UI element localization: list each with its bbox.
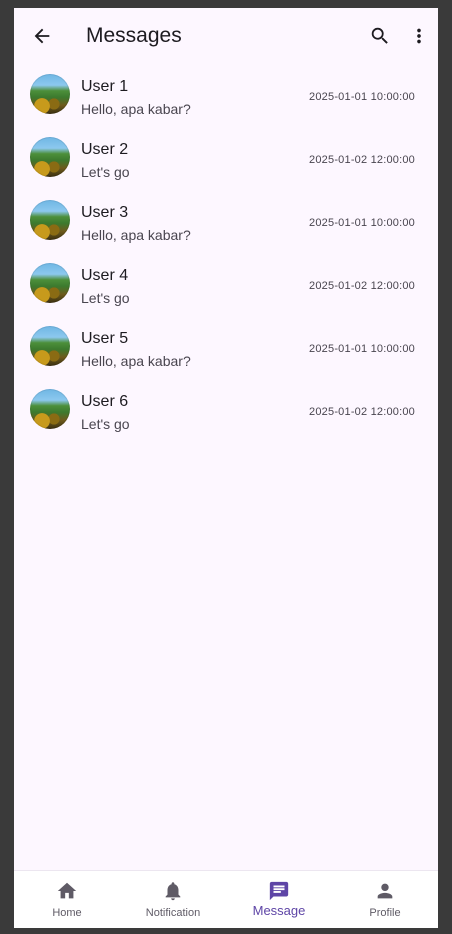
nav-label: Message (252, 903, 306, 918)
nav-item-home[interactable]: Home (14, 871, 120, 928)
avatar (30, 200, 70, 240)
message-preview: Hello, apa kabar? (81, 353, 191, 369)
avatar (30, 389, 70, 429)
message-timestamp: 2025-01-02 12:00:00 (309, 406, 415, 418)
nav-label: Home (52, 907, 82, 919)
home-icon (57, 882, 77, 899)
bell-icon (165, 882, 181, 901)
nav-label: Notification (145, 907, 201, 919)
sender-name: User 2 (81, 141, 129, 158)
back-button[interactable] (26, 20, 58, 52)
message-row[interactable]: User 3 Hello, apa kabar? 2025-01-01 10:0… (14, 190, 438, 253)
bottom-navigation: Home Notification Message Profile (14, 870, 438, 928)
sender-name: User 1 (81, 78, 129, 95)
message-icon (269, 881, 289, 901)
message-list: User 1 Hello, apa kabar? 2025-01-01 10:0… (14, 64, 438, 442)
message-row[interactable]: User 4 Let's go 2025-01-02 12:00:00 (14, 253, 438, 316)
message-preview: Let's go (81, 164, 130, 180)
search-icon (371, 27, 388, 44)
message-timestamp: 2025-01-01 10:00:00 (309, 343, 415, 355)
nav-item-notification[interactable]: Notification (120, 871, 226, 928)
person-icon (377, 883, 393, 899)
nav-item-profile[interactable]: Profile (332, 871, 438, 928)
message-timestamp: 2025-01-02 12:00:00 (309, 154, 415, 166)
message-row[interactable]: User 6 Let's go 2025-01-02 12:00:00 (14, 379, 438, 442)
search-button[interactable] (366, 22, 394, 50)
nav-label: Profile (369, 907, 401, 919)
sender-name: User 3 (81, 204, 129, 221)
top-app-bar: Messages (14, 8, 438, 64)
sender-name: User 5 (81, 330, 129, 347)
message-preview: Hello, apa kabar? (81, 101, 191, 117)
message-row[interactable]: User 1 Hello, apa kabar? 2025-01-01 10:0… (14, 64, 438, 127)
avatar (30, 326, 70, 366)
avatar (30, 137, 70, 177)
message-preview: Let's go (81, 416, 130, 432)
arrow-back-icon (34, 28, 50, 44)
message-row[interactable]: User 2 Let's go 2025-01-02 12:00:00 (14, 127, 438, 190)
more-vert-icon (417, 28, 421, 44)
more-options-button[interactable] (408, 22, 430, 50)
page-title: Messages (86, 24, 182, 47)
message-preview: Hello, apa kabar? (81, 227, 191, 243)
message-timestamp: 2025-01-01 10:00:00 (309, 91, 415, 103)
avatar (30, 263, 70, 303)
sender-name: User 4 (81, 267, 129, 284)
message-row[interactable]: User 5 Hello, apa kabar? 2025-01-01 10:0… (14, 316, 438, 379)
sender-name: User 6 (81, 393, 129, 410)
message-timestamp: 2025-01-01 10:00:00 (309, 217, 415, 229)
message-timestamp: 2025-01-02 12:00:00 (309, 280, 415, 292)
nav-item-message[interactable]: Message (226, 871, 332, 928)
avatar (30, 74, 70, 114)
message-preview: Let's go (81, 290, 130, 306)
app-screen: Messages User 1 Hello, apa kabar? 2025-0… (14, 8, 438, 928)
